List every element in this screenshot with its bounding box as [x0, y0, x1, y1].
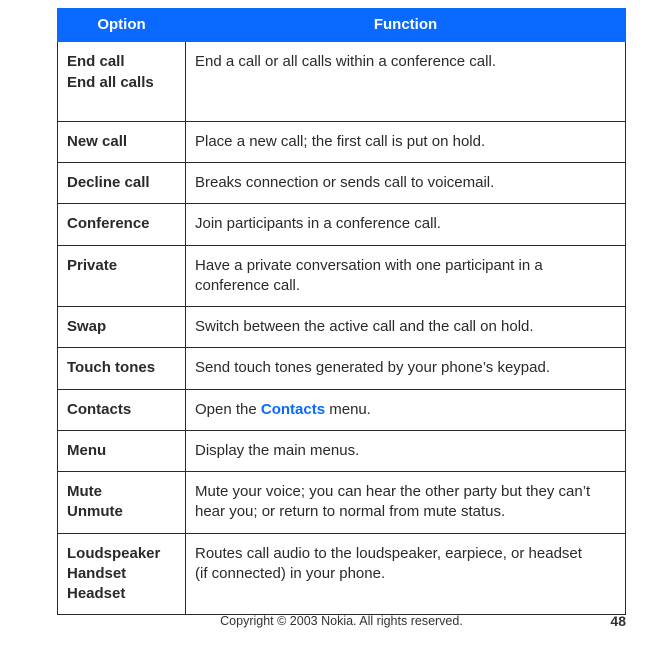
table-row: Private Have a private conversation with … [58, 245, 626, 307]
footer-page-number: 48 [596, 613, 626, 629]
function-cell: Open the Contacts menu. [186, 389, 626, 430]
table-row: Conference Join participants in a confere… [58, 204, 626, 245]
function-cell: Routes call audio to the loudspeaker, ea… [186, 533, 626, 615]
function-text: Switch between the active call and the c… [195, 318, 534, 335]
function-cell: Send touch tones generated by your phone… [186, 348, 626, 389]
function-text: Mute your voice; you can hear the other … [195, 483, 590, 520]
footer-copyright: Copyright © 2003 Nokia. All rights reser… [87, 614, 596, 628]
option-text: Contacts [67, 400, 176, 420]
option-text: Menu [67, 441, 176, 461]
header-option: Option [58, 9, 186, 42]
option-text: Private [67, 256, 176, 276]
option-text: End all calls [67, 73, 176, 93]
option-text: Touch tones [67, 358, 176, 378]
options-table: Option Function End callEnd all callsEnd… [57, 8, 626, 615]
table-row: New call Place a new call; the first call… [58, 121, 626, 162]
table-row: End callEnd all calls End a call or all c… [58, 42, 626, 122]
function-cell: Breaks connection or sends call to voice… [186, 163, 626, 204]
option-cell: LoudspeakerHandsetHeadset [58, 533, 186, 615]
function-text: Open the [195, 401, 261, 418]
table-row: ContactsOpen the Contacts menu. [58, 389, 626, 430]
option-text: Mute [67, 482, 176, 502]
option-text: End call [67, 52, 176, 72]
function-text: Join participants in a conference call. [195, 215, 441, 232]
function-cell: Place a new call; the first call is put … [186, 121, 626, 162]
option-cell: Swap [58, 307, 186, 348]
page-container: Option Function End callEnd all callsEnd… [0, 0, 670, 615]
option-text: Headset [67, 584, 176, 604]
option-cell: Private [58, 245, 186, 307]
function-text: Have a private conversation with one par… [195, 257, 543, 294]
table-row: MuteUnmuteMute your voice; you can hear … [58, 472, 626, 534]
function-text: Routes call audio to the loudspeaker, ea… [195, 545, 582, 562]
table-row: Decline call Breaks connection or sends c… [58, 163, 626, 204]
function-cell: Switch between the active call and the c… [186, 307, 626, 348]
option-cell: Touch tones [58, 348, 186, 389]
function-text: Display the main menus. [195, 442, 359, 459]
table-header-row: Option Function [58, 9, 626, 42]
function-text: Send touch tones generated by your phone… [195, 359, 550, 376]
function-cell: Mute your voice; you can hear the other … [186, 472, 626, 534]
function-text: menu. [325, 401, 371, 418]
table-row: Touch tones Send touch tones generated by… [58, 348, 626, 389]
option-cell: Menu [58, 430, 186, 471]
function-text: Place a new call; the first call is put … [195, 133, 485, 150]
function-cell: Display the main menus. [186, 430, 626, 471]
table-row: LoudspeakerHandsetHeadset Routes call aud… [58, 533, 626, 615]
option-text: Unmute [67, 502, 176, 522]
option-cell: Contacts [58, 389, 186, 430]
table-row: Swap Switch between the active call and t… [58, 307, 626, 348]
option-cell: End callEnd all calls [58, 42, 186, 122]
option-cell: MuteUnmute [58, 472, 186, 534]
option-cell: New call [58, 121, 186, 162]
option-text: Conference [67, 214, 176, 234]
function-cell: End a call or all calls within a confere… [186, 42, 626, 122]
header-function: Function [186, 9, 626, 42]
option-text: Swap [67, 317, 176, 337]
option-text: Decline call [67, 173, 176, 193]
function-text: End a call or all calls within a confere… [195, 53, 496, 70]
page-footer: Copyright © 2003 Nokia. All rights reser… [57, 613, 626, 629]
option-text: New call [67, 132, 176, 152]
contacts-link[interactable]: Contacts [261, 401, 325, 418]
option-text: Loudspeaker [67, 544, 176, 564]
option-text: Handset [67, 564, 176, 584]
function-text: (if connected) in your phone. [195, 565, 385, 582]
option-cell: Decline call [58, 163, 186, 204]
table-row: Menu Display the main menus. [58, 430, 626, 471]
function-cell: Have a private conversation with one par… [186, 245, 626, 307]
function-text: Breaks connection or sends call to voice… [195, 174, 494, 191]
option-cell: Conference [58, 204, 186, 245]
function-cell: Join participants in a conference call. [186, 204, 626, 245]
